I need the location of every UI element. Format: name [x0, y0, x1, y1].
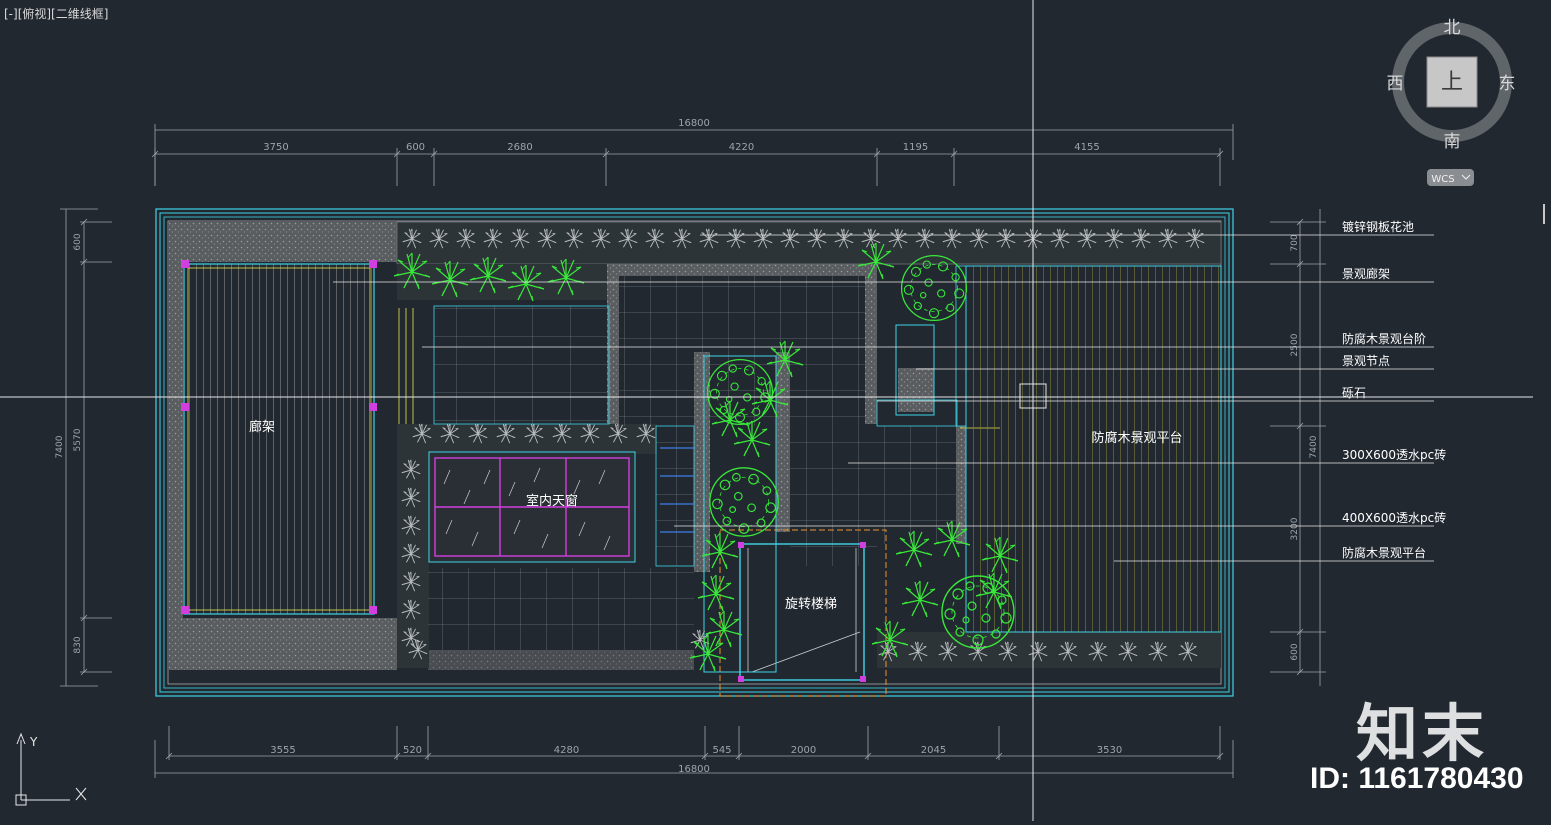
- ucs-y-label: Y: [29, 735, 38, 749]
- dim-bottom-1: 520: [403, 745, 422, 756]
- dim-top-4: 1195: [903, 142, 928, 153]
- dim-right-2: 3200: [1290, 517, 1300, 540]
- dim-bottom-2: 4280: [554, 745, 579, 756]
- dim-right-0: 700: [1290, 234, 1300, 251]
- label-pergola: 廊架: [249, 419, 275, 435]
- dim-top-3: 4220: [729, 142, 754, 153]
- callout-label-3: 景观节点: [1342, 354, 1390, 368]
- label-stair: 旋转楼梯: [785, 597, 837, 612]
- dim-bottom-4: 2000: [791, 745, 816, 756]
- callout-label-0: 镀锌钢板花池: [1342, 219, 1414, 234]
- top-dimensions: [151, 124, 1234, 186]
- watermark-id: ID: 1161780430: [1310, 762, 1524, 795]
- ucs-icon: [15, 732, 87, 806]
- left-dimensions: [60, 208, 112, 687]
- callout-label-6: 400X600透水pc砖: [1342, 510, 1446, 525]
- dim-bottom-5: 2045: [921, 745, 946, 756]
- callout-label-2: 防腐木景观台阶: [1342, 331, 1426, 346]
- deck-outline: [955, 265, 1222, 633]
- label-deck: 防腐木景观平台: [1091, 430, 1182, 446]
- dim-top-2: 2680: [507, 142, 532, 153]
- viewcube-north[interactable]: 北: [1444, 18, 1461, 38]
- dim-top-5: 4155: [1074, 142, 1099, 153]
- dim-left-2: 830: [73, 636, 83, 653]
- viewcube-east[interactable]: 东: [1499, 74, 1516, 94]
- pergola-outline: [181, 260, 377, 615]
- scrollbar-handle[interactable]: [1543, 204, 1545, 224]
- dim-right-total: 7400: [1309, 435, 1319, 458]
- dim-bottom-3: 545: [712, 745, 731, 756]
- cad-canvas[interactable]: 廊架 室内天窗 旋转楼梯 防腐木景观平台 16800 3750 600 2680 422…: [0, 0, 1551, 821]
- dim-bottom-total: 16800: [678, 764, 710, 775]
- callout-label-4: 砾石: [1342, 386, 1366, 400]
- dim-bottom-6: 3530: [1097, 745, 1122, 756]
- callout-label-7: 防腐木景观平台: [1342, 545, 1426, 560]
- dim-left-1: 5570: [73, 428, 83, 451]
- dim-left-total: 7400: [55, 435, 65, 458]
- dim-left-0: 600: [73, 233, 83, 250]
- dim-top-0: 3750: [263, 142, 288, 153]
- wcs-label[interactable]: WCS: [1431, 174, 1454, 185]
- watermark-logo: 知末: [1356, 697, 1489, 770]
- drawing-viewport[interactable]: 廊架 室内天窗 旋转楼梯 防腐木景观平台 16800 3750 600 2680 422…: [0, 0, 1551, 821]
- viewcube-south[interactable]: 南: [1444, 132, 1461, 152]
- dim-right-3: 600: [1290, 643, 1300, 660]
- viewcube-west[interactable]: 西: [1387, 74, 1404, 94]
- viewcube[interactable]: 上 北 南 西 东: [1387, 18, 1516, 152]
- label-skylight: 室内天窗: [526, 493, 578, 509]
- dim-top-total: 16800: [678, 118, 710, 129]
- wcs-menu-button[interactable]: WCS: [1427, 169, 1474, 186]
- viewport-label[interactable]: [-][俯视][二维线框]: [4, 5, 108, 22]
- dim-right-1: 2500: [1290, 333, 1300, 356]
- dim-top-1: 600: [406, 142, 425, 153]
- dim-bottom-0: 3555: [270, 745, 295, 756]
- callout-label-5: 300X600透水pc砖: [1342, 447, 1446, 462]
- callout-label-1: 景观廊架: [1342, 266, 1390, 281]
- viewcube-face-top[interactable]: 上: [1441, 70, 1463, 95]
